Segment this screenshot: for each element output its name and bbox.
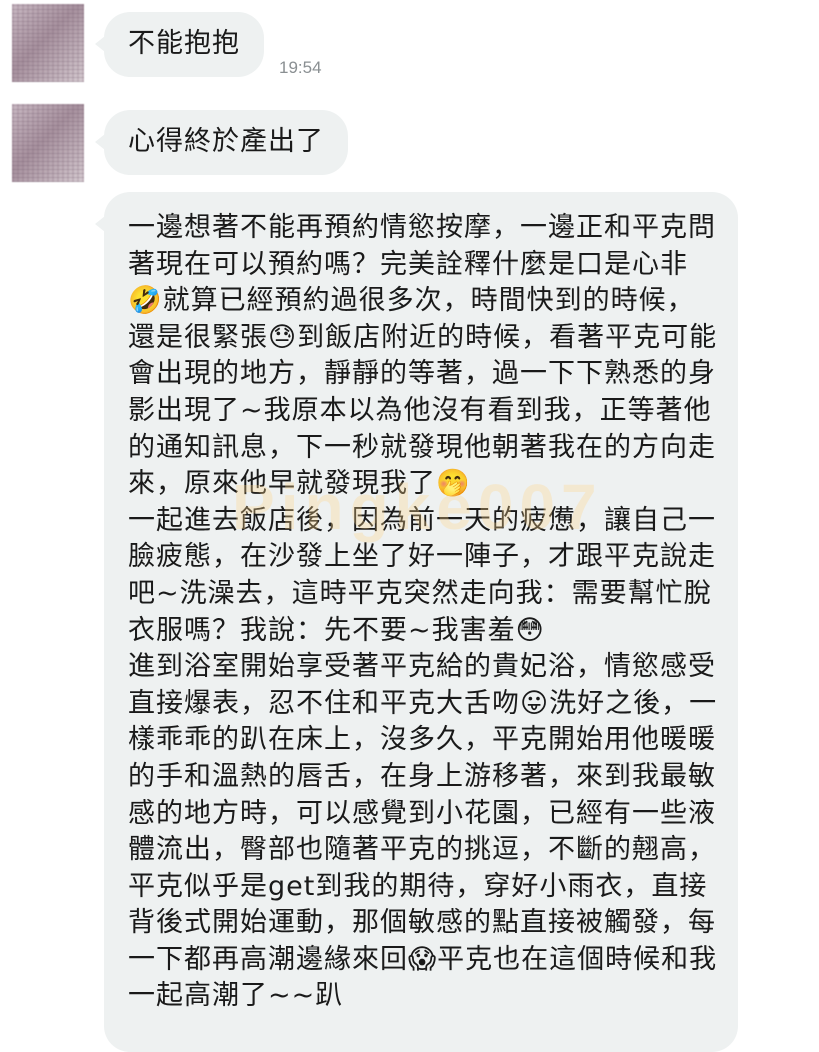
message-bubble[interactable]: 一邊想著不能再預約情慾按摩，一邊正和平克問著現在可以預約嗎？完美詮釋什麼是口是心… xyxy=(95,192,738,1052)
message-text: 不能抱抱 xyxy=(128,28,240,59)
avatar[interactable] xyxy=(12,4,84,82)
message-text: 一邊想著不能再預約情慾按摩，一邊正和平克問著現在可以預約嗎？完美詮釋什麼是口是心… xyxy=(128,212,718,1012)
message-timestamp: 19:54 xyxy=(279,58,322,77)
avatar[interactable] xyxy=(12,104,84,182)
message-text: 心得終於產出了 xyxy=(128,126,324,157)
message-bubble[interactable]: 心得終於產出了 xyxy=(95,110,348,175)
message-bubble[interactable]: 不能抱抱 xyxy=(95,12,264,77)
